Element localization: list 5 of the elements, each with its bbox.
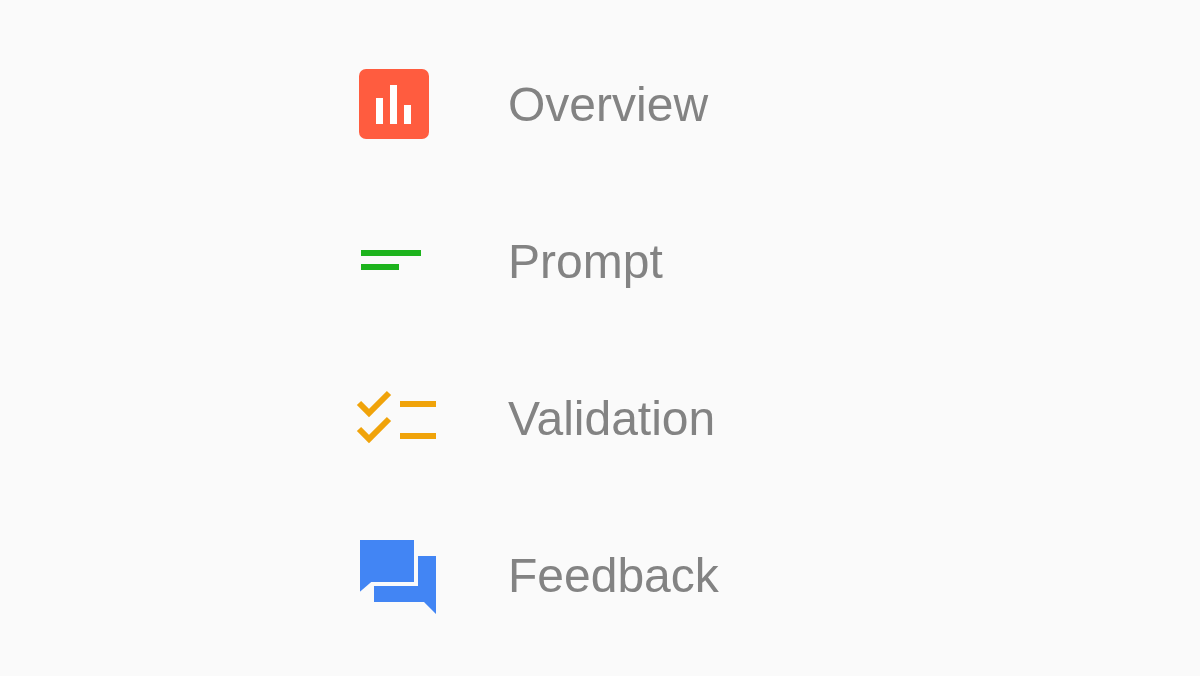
menu-item[interactable]: Feedback [508,552,719,600]
menu-item[interactable]: Validation [508,395,716,443]
menu-item[interactable]: Prompt [508,238,663,286]
chart-icon [356,68,430,142]
menu-item[interactable]: Overview [508,81,709,129]
